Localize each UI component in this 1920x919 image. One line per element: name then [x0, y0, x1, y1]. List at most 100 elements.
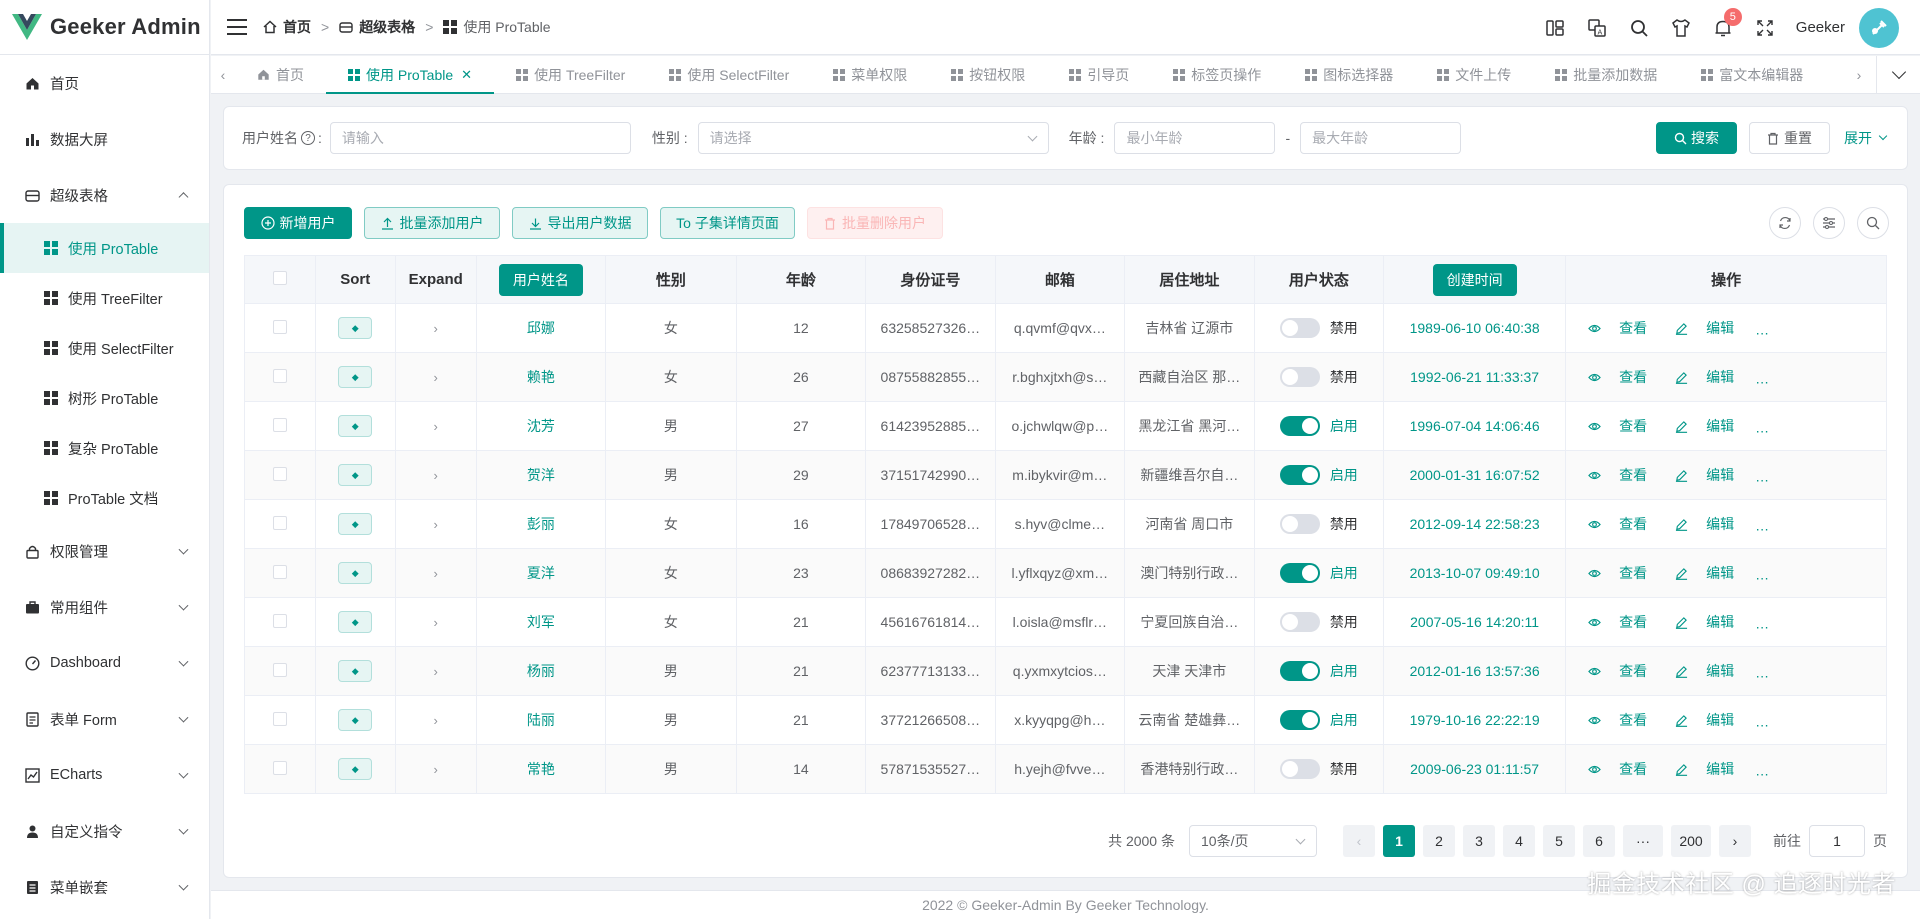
drag-sort-handle[interactable]: ◆ — [338, 562, 373, 584]
sidebar-subitem[interactable]: 使用 ProTable — [0, 223, 209, 273]
search-button[interactable]: 搜索 — [1656, 122, 1737, 154]
reset-password-button[interactable]: 重置密码 — [1755, 759, 1856, 779]
next-page-icon[interactable]: › — [1719, 825, 1751, 857]
reset-password-button[interactable]: 重置密码 — [1755, 612, 1856, 632]
tab[interactable]: 标签页操作 — [1151, 56, 1283, 94]
edit-button[interactable]: 编辑 — [1668, 612, 1741, 632]
logo[interactable]: Geeker Admin — [0, 0, 209, 55]
reset-button[interactable]: 重置 — [1749, 122, 1830, 154]
reset-password-button[interactable]: 重置密码 — [1755, 661, 1856, 681]
row-checkbox[interactable] — [272, 662, 287, 677]
row-checkbox[interactable] — [272, 466, 287, 481]
view-button[interactable]: 查看 — [1581, 563, 1654, 583]
sidebar-item[interactable]: Dashboard — [0, 635, 209, 691]
theme-icon[interactable] — [1670, 17, 1692, 39]
sidebar-item[interactable]: 权限管理 — [0, 523, 209, 579]
sidebar-item[interactable]: 超级表格 — [0, 167, 209, 223]
chevron-right-icon[interactable]: › — [434, 370, 438, 385]
edit-button[interactable]: 编辑 — [1668, 563, 1741, 583]
chevron-right-icon[interactable]: › — [434, 762, 438, 777]
delete-button[interactable]: 删除 — [1870, 367, 1886, 387]
delete-button[interactable]: 删除 — [1870, 710, 1886, 730]
tabs-more-dropdown[interactable] — [1876, 56, 1920, 94]
tab[interactable]: 文件上传 — [1415, 56, 1533, 94]
page-number[interactable]: 2 — [1423, 825, 1455, 857]
chevron-right-icon[interactable]: › — [434, 468, 438, 483]
chevron-right-icon[interactable]: › — [434, 713, 438, 728]
view-button[interactable]: 查看 — [1581, 759, 1654, 779]
view-button[interactable]: 查看 — [1581, 710, 1654, 730]
layout-size-icon[interactable] — [1544, 17, 1566, 39]
page-number[interactable]: 4 — [1503, 825, 1535, 857]
drag-sort-handle[interactable]: ◆ — [338, 464, 373, 486]
page-number[interactable]: 3 — [1463, 825, 1495, 857]
more-pages-icon[interactable]: ··· — [1623, 825, 1663, 857]
chevron-right-icon[interactable]: › — [434, 321, 438, 336]
edit-button[interactable]: 编辑 — [1668, 367, 1741, 387]
reset-password-button[interactable]: 重置密码 — [1755, 514, 1856, 534]
chevron-right-icon[interactable]: › — [434, 517, 438, 532]
tab[interactable]: 图标选择器 — [1283, 56, 1415, 94]
batch-add-button[interactable]: 批量添加用户 — [364, 207, 500, 239]
tab[interactable]: 引导页 — [1047, 56, 1151, 94]
status-switch[interactable] — [1279, 661, 1320, 681]
sidebar-subitem[interactable]: 使用 SelectFilter — [0, 323, 209, 373]
reset-password-button[interactable]: 重置密码 — [1755, 465, 1856, 485]
drag-sort-handle[interactable]: ◆ — [338, 660, 373, 682]
tab[interactable]: 菜单权限 — [811, 56, 929, 94]
drag-sort-handle[interactable]: ◆ — [338, 366, 373, 388]
search-icon[interactable] — [1628, 17, 1650, 39]
drag-sort-handle[interactable]: ◆ — [338, 415, 373, 437]
tab[interactable]: 使用 ProTable ✕ — [326, 56, 495, 94]
reset-password-button[interactable]: 重置密码 — [1755, 318, 1856, 338]
edit-button[interactable]: 编辑 — [1668, 710, 1741, 730]
chevron-right-icon[interactable]: › — [434, 566, 438, 581]
tab[interactable]: 使用 SelectFilter — [647, 56, 811, 94]
tab-scroll-right-icon[interactable]: › — [1847, 67, 1871, 83]
drag-sort-handle[interactable]: ◆ — [338, 611, 373, 633]
sidebar-subitem[interactable]: 使用 TreeFilter — [0, 273, 209, 323]
drag-sort-handle[interactable]: ◆ — [338, 317, 373, 339]
status-switch[interactable] — [1279, 318, 1320, 338]
row-checkbox[interactable] — [272, 760, 287, 775]
sidebar-subitem[interactable]: 树形 ProTable — [0, 373, 209, 423]
batch-delete-button[interactable]: 批量删除用户 — [807, 207, 943, 239]
sidebar-item[interactable]: 首页 — [0, 55, 209, 111]
tab[interactable]: 批量添加数据 — [1533, 56, 1679, 94]
help-icon[interactable]: ? — [301, 131, 315, 145]
view-button[interactable]: 查看 — [1581, 465, 1654, 485]
delete-button[interactable]: 删除 — [1870, 416, 1886, 436]
reset-password-button[interactable]: 重置密码 — [1755, 416, 1856, 436]
edit-button[interactable]: 编辑 — [1668, 318, 1741, 338]
view-button[interactable]: 查看 — [1581, 416, 1654, 436]
row-checkbox[interactable] — [272, 515, 287, 530]
row-checkbox[interactable] — [272, 564, 287, 579]
status-switch[interactable] — [1279, 710, 1320, 730]
bell-icon[interactable]: 5 — [1712, 7, 1742, 39]
edit-button[interactable]: 编辑 — [1668, 416, 1741, 436]
row-checkbox[interactable] — [272, 368, 287, 383]
drag-sort-handle[interactable]: ◆ — [338, 709, 373, 731]
tab[interactable]: 按钮权限 — [929, 56, 1047, 94]
goto-page-input[interactable]: 1 — [1809, 825, 1865, 857]
export-button[interactable]: 导出用户数据 — [512, 207, 648, 239]
status-switch[interactable] — [1279, 416, 1320, 436]
chevron-right-icon[interactable]: › — [434, 664, 438, 679]
reset-password-button[interactable]: 重置密码 — [1755, 367, 1856, 387]
delete-button[interactable]: 删除 — [1870, 563, 1886, 583]
username-input[interactable]: 请输入 — [329, 122, 631, 154]
row-checkbox[interactable] — [272, 417, 287, 432]
status-switch[interactable] — [1279, 465, 1320, 485]
delete-button[interactable]: 删除 — [1870, 465, 1886, 485]
page-number[interactable]: 6 — [1583, 825, 1615, 857]
delete-button[interactable]: 删除 — [1870, 318, 1886, 338]
page-number[interactable]: 1 — [1383, 825, 1415, 857]
reset-password-button[interactable]: 重置密码 — [1755, 563, 1856, 583]
tab-scroll-left-icon[interactable]: ‹ — [211, 67, 235, 83]
column-settings-icon[interactable] — [1813, 207, 1845, 239]
status-switch[interactable] — [1279, 367, 1320, 387]
sidebar-item[interactable]: ECharts — [0, 747, 209, 803]
tab[interactable]: 首页 — [235, 56, 326, 94]
delete-button[interactable]: 删除 — [1870, 661, 1886, 681]
collapse-menu-icon[interactable] — [227, 19, 247, 35]
